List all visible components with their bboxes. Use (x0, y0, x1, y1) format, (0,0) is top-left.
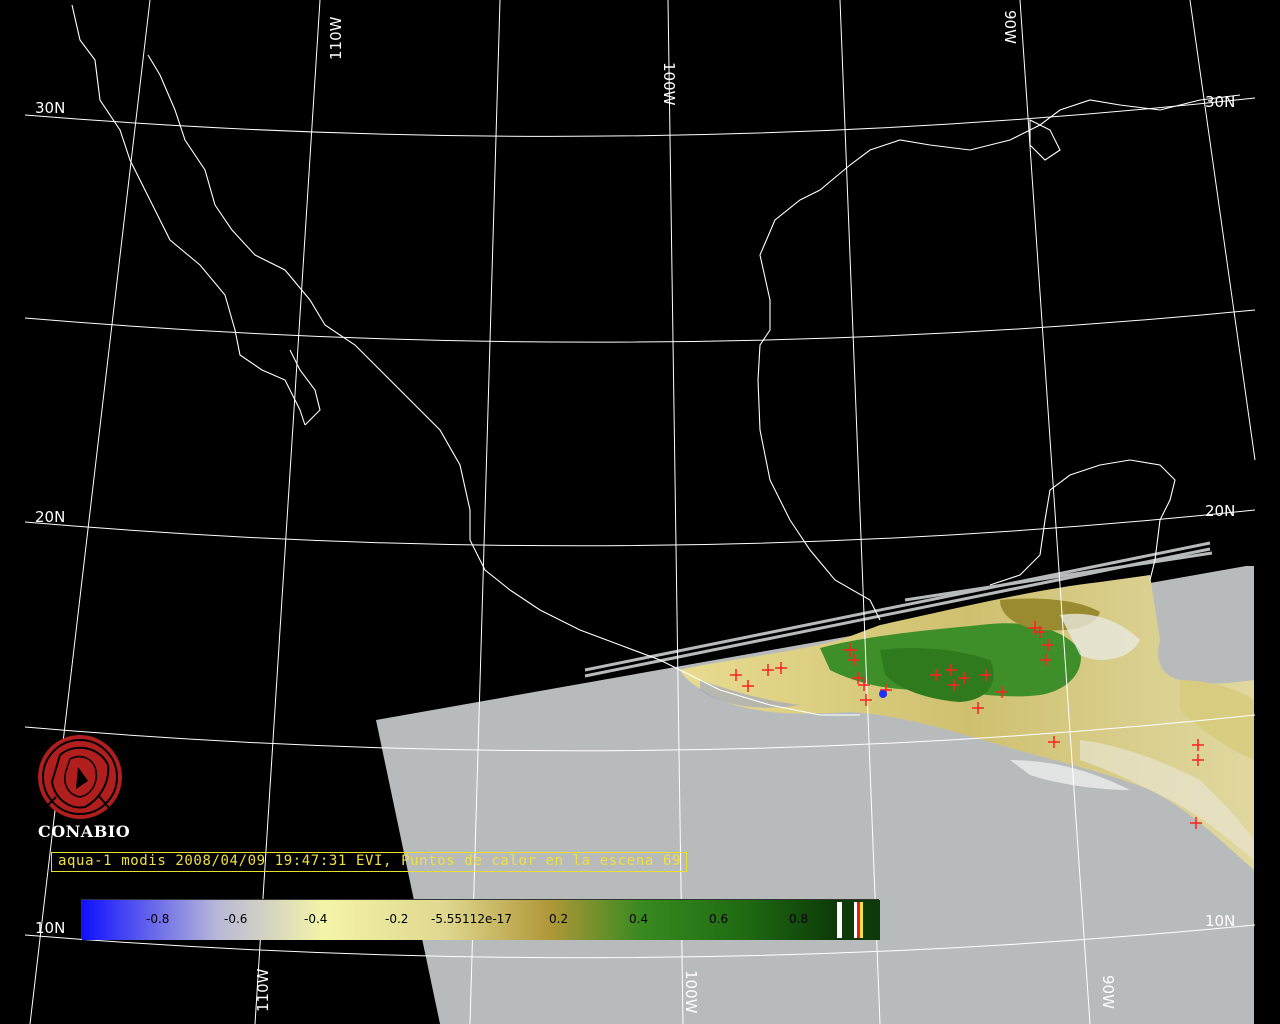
conabio-logo-icon (38, 735, 122, 819)
water-pixel (879, 690, 887, 698)
lon-label-bottom-90w: 90W (1099, 975, 1117, 1009)
colorbar-tick: -0.8 (146, 912, 170, 926)
lat-label-right-30n: 30N (1205, 93, 1235, 111)
lat-label-left-20n: 20N (35, 508, 65, 526)
colorbar-tick: 0.8 (789, 912, 809, 926)
colorbar-tick: -0.4 (304, 912, 328, 926)
lat-label-right-10n: 10N (1205, 912, 1235, 930)
scene-caption: aqua-1 modis 2008/04/09 19:47:31 EVI, Pu… (58, 853, 681, 869)
lat-label-left-30n: 30N (35, 99, 65, 117)
lat-label-left-10n: 10N (35, 919, 65, 937)
colorbar-tick: 0.4 (629, 912, 649, 926)
colorbar-white-swatch (837, 902, 842, 938)
lon-label-bottom-100w: 100W (682, 970, 700, 1014)
lon-label-bottom-110w: 110W (254, 968, 272, 1012)
lat-label-right-20n: 20N (1205, 502, 1235, 520)
lon-label-top-100w: 100W (660, 62, 678, 106)
colorbar-tick: -5.55112e-17 (431, 912, 512, 926)
colorbar-tick: 0.2 (549, 912, 569, 926)
lon-label-top-90w: 90W (1001, 10, 1019, 44)
colorbar-tick: -0.6 (224, 912, 248, 926)
conabio-logo-text: CONABIO (38, 822, 131, 841)
lon-label-top-110w: 110W (327, 16, 345, 60)
colorbar-tick: -0.2 (385, 912, 409, 926)
colorbar-tick: 0.6 (709, 912, 729, 926)
